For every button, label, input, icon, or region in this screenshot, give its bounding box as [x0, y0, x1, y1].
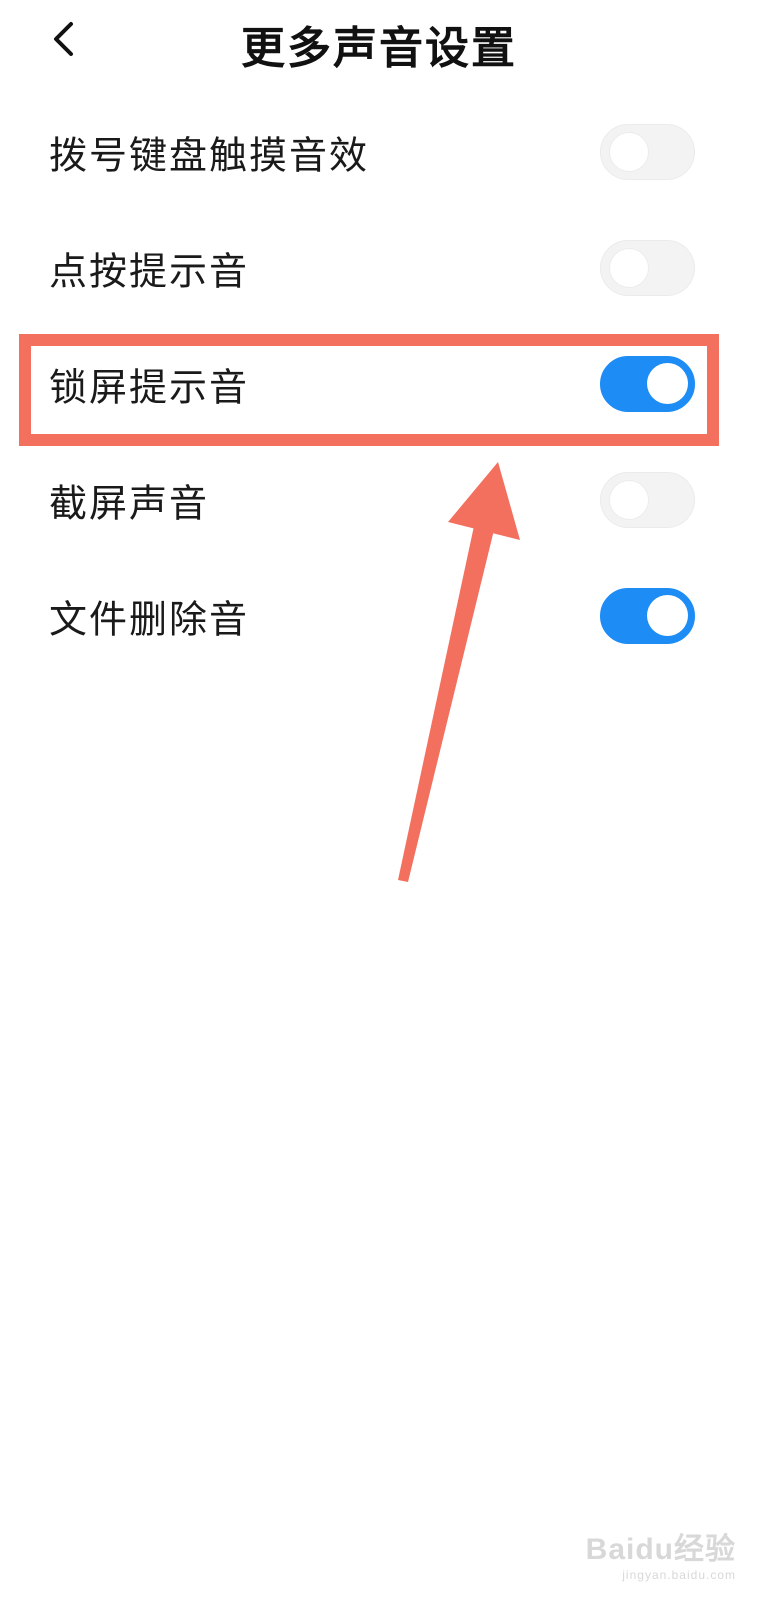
setting-row-screenshot-sound[interactable]: 截屏声音 [0, 442, 758, 558]
toggle-knob [647, 363, 688, 404]
watermark: Baidu经验 jingyan.baidu.com [586, 1524, 736, 1582]
toggle-knob [647, 595, 688, 636]
toggle-switch[interactable] [600, 240, 695, 296]
page-title: 更多声音设置 [241, 23, 517, 74]
setting-label: 拨号键盘触摸音效 [49, 133, 370, 178]
toggle-switch[interactable] [600, 356, 695, 412]
setting-row-dialpad-touch-sound[interactable]: 拨号键盘触摸音效 [0, 94, 758, 210]
setting-row-lock-screen-sound[interactable]: 锁屏提示音 [0, 326, 758, 442]
setting-label: 截屏声音 [49, 481, 210, 526]
setting-row-file-delete-sound[interactable]: 文件删除音 [0, 558, 758, 674]
toggle-switch[interactable] [600, 472, 695, 528]
toggle-switch[interactable] [600, 588, 695, 644]
toggle-knob [609, 132, 649, 172]
toggle-knob [609, 248, 649, 288]
header-bar: 更多声音设置 [0, 0, 758, 88]
toggle-switch[interactable] [600, 124, 695, 180]
setting-label: 点按提示音 [49, 249, 250, 294]
toggle-knob [609, 480, 649, 520]
setting-label: 文件删除音 [49, 597, 250, 642]
watermark-url: jingyan.baidu.com [622, 1568, 736, 1582]
watermark-brand: Baidu经验 [585, 1533, 736, 1566]
setting-label: 锁屏提示音 [49, 365, 250, 410]
setting-row-tap-sound[interactable]: 点按提示音 [0, 210, 758, 326]
